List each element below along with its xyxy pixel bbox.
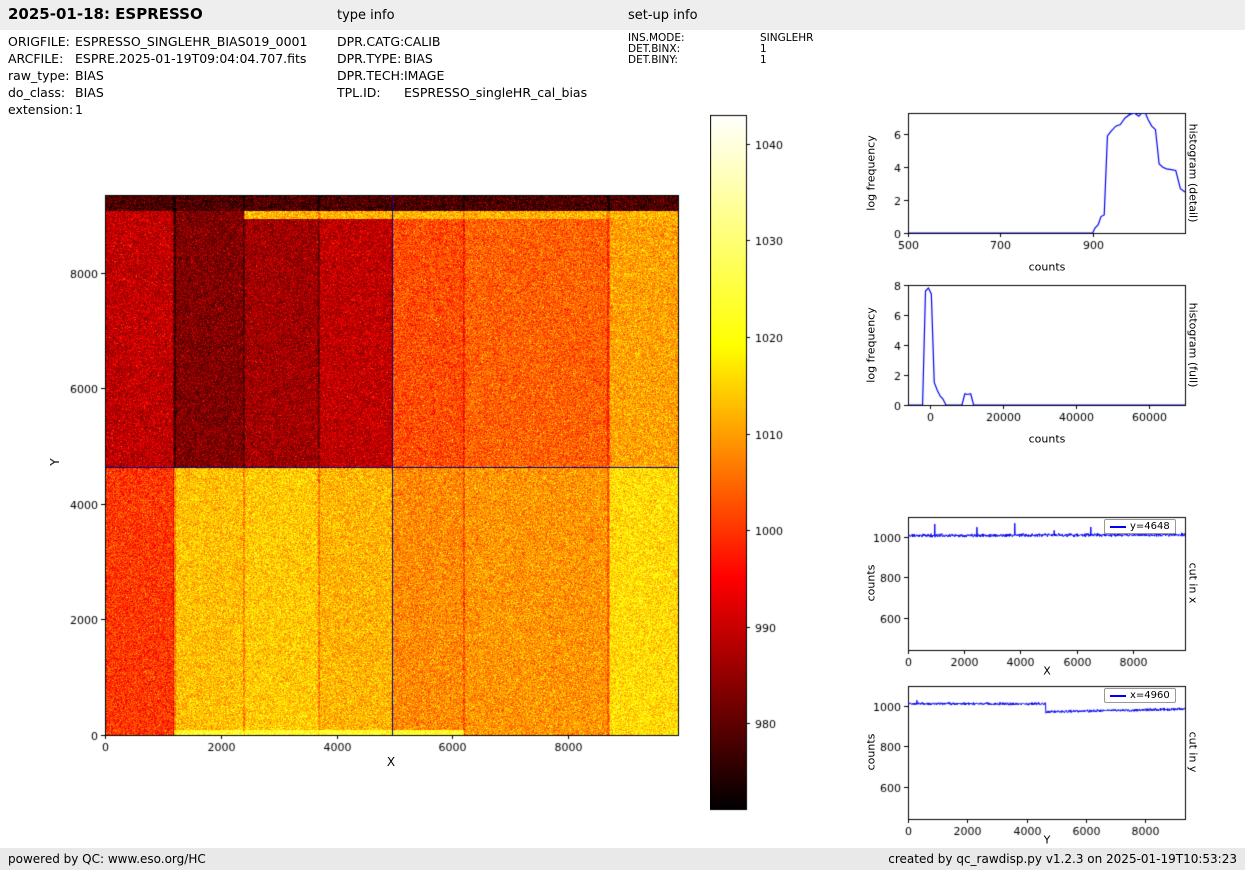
meta-value: SINGLEHR [760, 32, 813, 44]
main-xaxis-label: X [387, 755, 395, 769]
meta-label: DET.BINY: [628, 55, 760, 66]
metadata-row: do_class:BIAS [8, 84, 307, 101]
meta-label: do_class: [8, 84, 75, 101]
cut-y-legend: x=4960 [1104, 688, 1176, 703]
cut-x-yaxis-label: counts [865, 565, 878, 602]
meta-label: ORIGFILE: [8, 33, 75, 50]
meta-value: BIAS [75, 85, 104, 100]
page-title: 2025-01-18: ESPRESSO [8, 5, 203, 23]
meta-value: CALIB [404, 34, 441, 49]
metadata-row: DPR.TECH:IMAGE [337, 67, 587, 84]
histogram-detail-canvas [863, 107, 1193, 267]
meta-label: DPR.TECH: [337, 67, 404, 84]
metadata-type-info: DPR.CATG:CALIB DPR.TYPE:BIAS DPR.TECH:IM… [337, 33, 587, 101]
footer-powered-by-link[interactable]: powered by QC: www.eso.org/HC [8, 852, 206, 866]
cut-y-xaxis-label: Y [1044, 834, 1051, 847]
meta-label: TPL.ID: [337, 84, 404, 101]
header-bar: 2025-01-18: ESPRESSO type info set-up in… [0, 0, 1245, 30]
meta-label: ARCFILE: [8, 50, 75, 67]
colorbar-canvas [710, 113, 800, 813]
hist-full-xaxis-label: counts [1029, 433, 1066, 446]
legend-line-sample [1110, 526, 1126, 528]
metadata-file-info: ORIGFILE:ESPRESSO_SINGLEHR_BIAS019_0001 … [8, 33, 307, 118]
metadata-row: TPL.ID:ESPRESSO_singleHR_cal_bias [337, 84, 587, 101]
meta-value: 1 [75, 102, 83, 117]
detector-image-canvas [60, 189, 690, 775]
metadata-row: ARCFILE:ESPRE.2025-01-19T09:04:04.707.fi… [8, 50, 307, 67]
footer-bar: powered by QC: www.eso.org/HC created by… [0, 848, 1245, 870]
histogram-full-canvas [863, 279, 1193, 439]
cut-x-title: cut in x [1187, 563, 1200, 604]
meta-value: ESPRESSO_SINGLEHR_BIAS019_0001 [75, 34, 307, 49]
meta-value: ESPRE.2025-01-19T09:04:04.707.fits [75, 51, 306, 66]
meta-label: extension: [8, 101, 75, 118]
hist-detail-yaxis-label: log frequency [865, 135, 878, 210]
meta-value: BIAS [404, 51, 433, 66]
metadata-setup-info: INS.MODE:SINGLEHR DET.BINX:1 DET.BINY:1 [628, 33, 813, 66]
metadata-row: extension:1 [8, 101, 307, 118]
hist-full-title: histogram (full) [1187, 303, 1200, 388]
hist-full-yaxis-label: log frequency [865, 307, 878, 382]
cut-in-x-canvas [863, 511, 1193, 684]
cut-y-title: cut in y [1187, 732, 1200, 773]
main-yaxis-label: Y [48, 458, 62, 465]
footer-created-by: created by qc_rawdisp.py v1.2.3 on 2025-… [888, 852, 1237, 866]
cut-x-legend-label: y=4648 [1130, 521, 1170, 532]
type-info-label: type info [337, 8, 395, 23]
qc-report-page: 2025-01-18: ESPRESSO type info set-up in… [0, 0, 1245, 870]
legend-line-sample [1110, 695, 1126, 697]
metadata-row: ORIGFILE:ESPRESSO_SINGLEHR_BIAS019_0001 [8, 33, 307, 50]
cut-x-legend: y=4648 [1104, 519, 1176, 534]
metadata-row: DET.BINY:1 [628, 55, 813, 66]
metadata-row: DPR.CATG:CALIB [337, 33, 587, 50]
cut-y-yaxis-label: counts [865, 734, 878, 771]
meta-value: BIAS [75, 68, 104, 83]
meta-value: IMAGE [404, 68, 444, 83]
cut-y-legend-label: x=4960 [1130, 690, 1170, 701]
meta-label: DPR.CATG: [337, 33, 404, 50]
cut-x-xaxis-label: X [1043, 665, 1051, 678]
metadata-row: raw_type:BIAS [8, 67, 307, 84]
meta-label: raw_type: [8, 67, 75, 84]
meta-value: 1 [760, 54, 767, 66]
meta-label: DPR.TYPE: [337, 50, 404, 67]
setup-info-label: set-up info [628, 8, 698, 23]
hist-detail-title: histogram (detail) [1187, 124, 1200, 223]
metadata-row: DPR.TYPE:BIAS [337, 50, 587, 67]
cut-in-y-canvas [863, 680, 1193, 853]
hist-detail-xaxis-label: counts [1029, 261, 1066, 274]
meta-value: ESPRESSO_singleHR_cal_bias [404, 85, 587, 100]
